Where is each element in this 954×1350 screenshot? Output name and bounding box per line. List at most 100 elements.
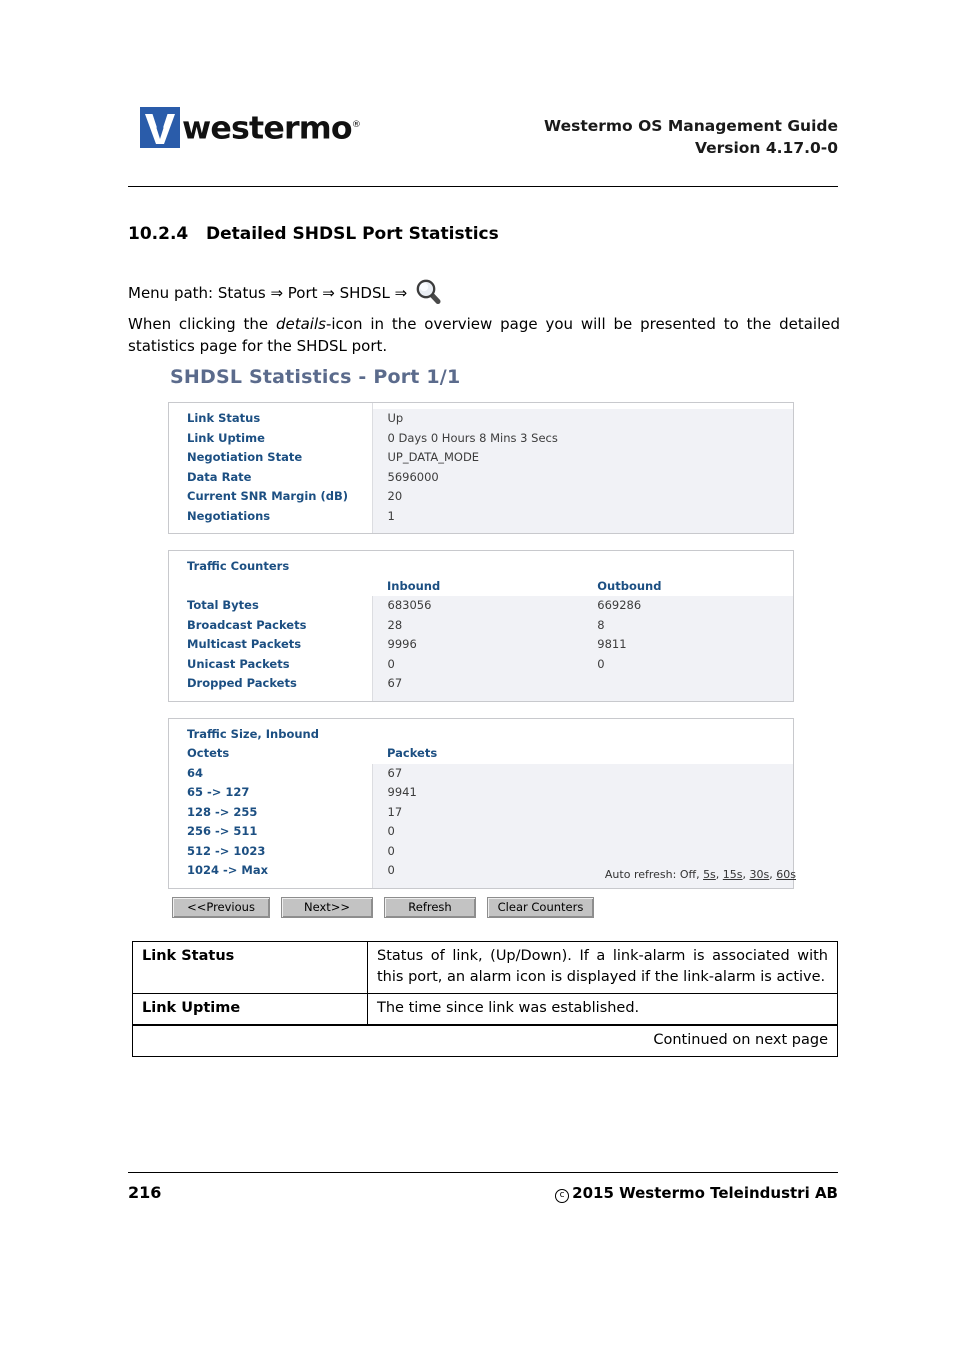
auto-refresh-15s-link[interactable]: 15s (723, 868, 743, 881)
continued-row: Continued on next page (132, 1024, 838, 1057)
table-row: 128 -> 255 17 (169, 802, 793, 822)
refresh-button[interactable]: Refresh (384, 897, 476, 918)
row-label: Dropped Packets (169, 674, 373, 694)
row-value: 17 (372, 802, 793, 822)
row-value-inbound: 683056 (372, 596, 583, 616)
column-header-row: Inbound Outbound (169, 576, 793, 596)
panel-title: Traffic Size, Inbound (169, 724, 372, 744)
panel-title-row: Traffic Size, Inbound (169, 724, 793, 744)
screenshot-button-row: <<Previous Next>> Refresh Clear Counters (172, 897, 594, 918)
header-divider (128, 186, 838, 187)
menu-path-value: Status ⇒ Port ⇒ SHDSL ⇒ (217, 284, 408, 302)
row-label: Negotiation State (169, 448, 373, 468)
table-row: 65 -> 127 9941 (169, 783, 793, 803)
link-info-panel: Link Status Up Link Uptime 0 Days 0 Hour… (168, 402, 794, 534)
traffic-counters-table: Traffic Counters Inbound Outbound Total … (169, 551, 793, 701)
row-label: Multicast Packets (169, 635, 373, 655)
row-value-inbound: 0 (372, 654, 583, 674)
copyright-icon: c (555, 1189, 570, 1203)
row-label: Data Rate (169, 467, 373, 487)
previous-button[interactable]: <<Previous (172, 897, 270, 918)
traffic-size-panel: Traffic Size, Inbound Octets Packets 64 … (168, 717, 794, 889)
table-pad-row (169, 880, 793, 888)
document-footer: 216 c 2015 Westermo Teleindustri AB (128, 1183, 838, 1207)
row-value-inbound: 9996 (372, 635, 583, 655)
section-number: 10.2.4 (128, 224, 189, 244)
table-row: Negotiations 1 (169, 506, 793, 526)
westermo-w-mark-icon (140, 106, 180, 148)
field-name: Link Status (132, 941, 368, 994)
row-label: Unicast Packets (169, 654, 373, 674)
traffic-size-table: Traffic Size, Inbound Octets Packets 64 … (169, 718, 793, 888)
table-row: Negotiation State UP_DATA_MODE (169, 448, 793, 468)
intro-paragraph: When clicking the details-icon in the ov… (128, 313, 840, 357)
table-row: Unicast Packets 0 0 (169, 654, 793, 674)
row-value: 20 (372, 487, 793, 507)
table-row: Data Rate 5696000 (169, 467, 793, 487)
field-description-table: Link Status Status of link, (Up/Down). I… (132, 941, 838, 1057)
intro-emphasis: details (275, 315, 326, 333)
table-row: 512 -> 1023 0 (169, 841, 793, 861)
row-value-outbound: 669286 (582, 596, 793, 616)
table-row: Link Uptime 0 Days 0 Hours 8 Mins 3 Secs (169, 428, 793, 448)
row-value: 9941 (372, 783, 793, 803)
row-value-outbound: 8 (582, 615, 793, 635)
field-description: Status of link, (Up/Down). If a link-ala… (367, 941, 838, 994)
column-header-octets: Octets (169, 744, 372, 764)
document-header: westermo® Westermo OS Management Guide V… (128, 100, 838, 170)
magnifier-icon (415, 278, 441, 308)
row-label: Link Uptime (169, 428, 373, 448)
section-title: Detailed SHDSL Port Statistics (206, 224, 499, 244)
section-heading: 10.2.4 Detailed SHDSL Port Statistics (128, 224, 499, 244)
table-pad-row (169, 693, 793, 701)
row-label: Negotiations (169, 506, 373, 526)
menu-path: Menu path: Status ⇒ Port ⇒ SHDSL ⇒ (128, 278, 441, 308)
table-row: Current SNR Margin (dB) 20 (169, 487, 793, 507)
table-pad-row (169, 526, 793, 533)
westermo-logo: westermo® (140, 105, 361, 149)
screenshot-page-title: SHDSL Statistics - Port 1/1 (170, 366, 461, 388)
auto-refresh-sep: , (769, 868, 773, 881)
column-header-outbound: Outbound (582, 576, 793, 596)
table-row: Link Status Up (169, 409, 793, 429)
footer-divider (128, 1172, 838, 1173)
auto-refresh-60s-link[interactable]: 60s (776, 868, 796, 881)
next-button[interactable]: Next>> (281, 897, 373, 918)
auto-refresh-off[interactable]: Off, (680, 868, 700, 881)
document-page: westermo® Westermo OS Management Guide V… (0, 0, 954, 1350)
field-description: The time since link was established. (367, 993, 838, 1026)
field-name: Link Uptime (132, 993, 368, 1026)
link-info-table: Link Status Up Link Uptime 0 Days 0 Hour… (169, 403, 793, 533)
panel-title-row: Traffic Counters (169, 557, 793, 577)
traffic-counters-panel: Traffic Counters Inbound Outbound Total … (168, 550, 794, 702)
row-value: 0 (372, 822, 793, 842)
logo-word-text: westermo (182, 110, 353, 147)
row-value-outbound: 9811 (582, 635, 793, 655)
table-row: Link Status Status of link, (Up/Down). I… (132, 941, 838, 994)
row-label: Total Bytes (169, 596, 373, 616)
logo-wordmark: westermo® (182, 105, 361, 149)
row-label: Current SNR Margin (dB) (169, 487, 373, 507)
row-label: 64 (169, 763, 373, 783)
table-row: Dropped Packets 67 (169, 674, 793, 694)
table-row: Broadcast Packets 28 8 (169, 615, 793, 635)
row-value: 1 (372, 506, 793, 526)
auto-refresh-5s-link[interactable]: 5s (703, 868, 716, 881)
table-row: Multicast Packets 9996 9811 (169, 635, 793, 655)
page-number: 216 (128, 1183, 162, 1202)
intro-text-start: When clicking the (128, 315, 276, 333)
table-row: 256 -> 511 0 (169, 822, 793, 842)
row-value: 0 Days 0 Hours 8 Mins 3 Secs (372, 428, 793, 448)
clear-counters-button[interactable]: Clear Counters (487, 897, 594, 918)
column-header-packets: Packets (372, 744, 793, 764)
auto-refresh-30s-link[interactable]: 30s (750, 868, 770, 881)
row-value: UP_DATA_MODE (372, 448, 793, 468)
row-value: Up (372, 409, 793, 429)
row-value: 0 (372, 841, 793, 861)
row-label: Broadcast Packets (169, 615, 373, 635)
continued-label: Continued on next page (132, 1024, 838, 1057)
column-header-row: Octets Packets (169, 744, 793, 764)
row-label: Link Status (169, 409, 373, 429)
auto-refresh-bar: Auto refresh: Off, 5s, 15s, 30s, 60s (520, 868, 796, 881)
menu-path-label: Menu path: (128, 284, 214, 302)
